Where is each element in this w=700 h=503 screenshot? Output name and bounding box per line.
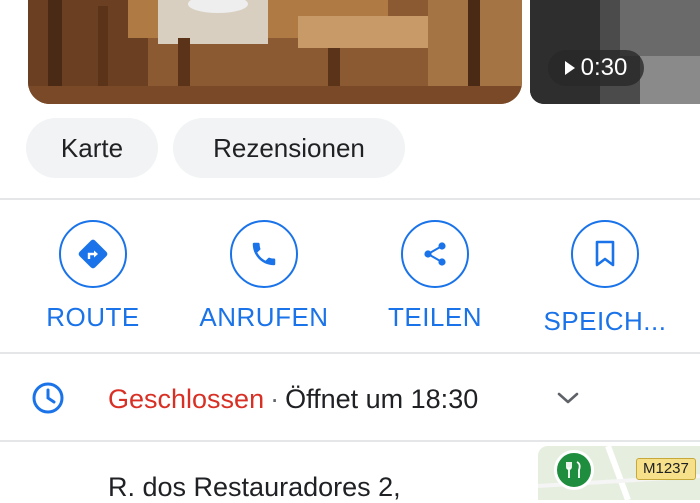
save-button[interactable]: SPEICH... [530,220,680,340]
mini-map[interactable]: M1237 [538,446,700,500]
restaurant-pin-icon [554,450,594,490]
share-icon [401,220,469,288]
bookmark-icon [571,220,639,288]
divider [0,198,700,200]
play-icon [564,61,575,75]
separator: · [270,384,280,414]
address-line[interactable]: R. dos Restauradores 2, [108,472,401,503]
clock-icon [32,382,64,414]
call-label: ANRUFEN [199,302,329,332]
hours-text: Geschlossen · Öffnet um 18:30 [108,384,478,415]
video-duration: 0:30 [580,54,628,81]
opening-time: Öffnet um 18:30 [285,384,479,414]
call-button[interactable]: ANRUFEN [189,220,339,340]
phone-icon [230,220,298,288]
photo-strip: 0:30 [0,0,700,106]
opening-hours-row[interactable]: Geschlossen · Öffnet um 18:30 [0,356,700,440]
map-chip[interactable]: Karte [26,118,158,178]
chevron-down-icon[interactable] [556,390,580,406]
divider [0,352,700,354]
reviews-chip[interactable]: Rezensionen [173,118,405,178]
video-duration-badge: 0:30 [548,50,644,86]
share-button[interactable]: TEILEN [360,220,510,340]
divider [0,440,700,442]
route-button[interactable]: ROUTE [18,220,168,340]
route-label: ROUTE [46,302,140,332]
save-label: SPEICH... [543,306,667,336]
road-label: M1237 [636,458,696,480]
restaurant-photo[interactable] [28,0,522,104]
status-closed: Geschlossen [108,384,265,414]
directions-icon [59,220,127,288]
share-label: TEILEN [387,302,483,332]
